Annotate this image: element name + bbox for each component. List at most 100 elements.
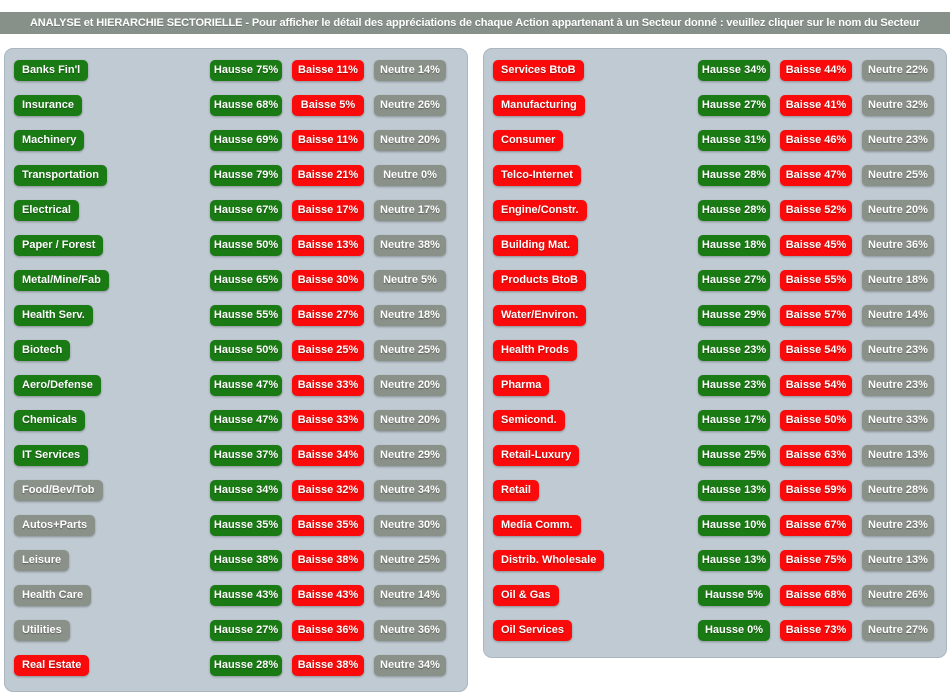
hausse-badge: Hausse 43% [210, 585, 282, 606]
baisse-badge: Baisse 57% [780, 305, 852, 326]
hausse-badge: Hausse 5% [698, 585, 770, 606]
sector-button[interactable]: Machinery [14, 130, 85, 151]
neutre-badge: Neutre 34% [374, 655, 446, 676]
sector-row: Leisure Hausse 38% Baisse 38% Neutre 25% [5, 550, 467, 585]
sector-row: Retail Hausse 13% Baisse 59% Neutre 28% [484, 480, 946, 515]
sector-button[interactable]: Banks Fin'l [14, 60, 89, 81]
neutre-badge: Neutre 13% [862, 445, 934, 466]
sector-button[interactable]: Food/Bev/Tob [14, 480, 103, 501]
sector-row: Consumer Hausse 31% Baisse 46% Neutre 23% [484, 130, 946, 165]
sector-button[interactable]: Insurance [14, 95, 82, 116]
sector-button[interactable]: Water/Environ. [493, 305, 587, 326]
neutre-badge: Neutre 30% [374, 515, 446, 536]
hausse-badge: Hausse 13% [698, 550, 770, 571]
neutre-badge: Neutre 28% [862, 480, 934, 501]
sector-button[interactable]: Aero/Defense [14, 375, 101, 396]
baisse-badge: Baisse 32% [292, 480, 364, 501]
neutre-badge: Neutre 26% [862, 585, 934, 606]
neutre-badge: Neutre 20% [374, 375, 446, 396]
baisse-badge: Baisse 21% [292, 165, 364, 186]
sector-row: Biotech Hausse 50% Baisse 25% Neutre 25% [5, 340, 467, 375]
baisse-badge: Baisse 17% [292, 200, 364, 221]
hausse-badge: Hausse 13% [698, 480, 770, 501]
hausse-badge: Hausse 27% [698, 270, 770, 291]
hausse-badge: Hausse 55% [210, 305, 282, 326]
hausse-badge: Hausse 17% [698, 410, 770, 431]
hausse-badge: Hausse 18% [698, 235, 770, 256]
sector-button[interactable]: Metal/Mine/Fab [14, 270, 109, 291]
sector-row: Aero/Defense Hausse 47% Baisse 33% Neutre 2… [5, 375, 467, 410]
sector-button[interactable]: Health Serv. [14, 305, 93, 326]
sector-row: Paper / Forest Hausse 50% Baisse 13% Neutre… [5, 235, 467, 270]
sector-row: Insurance Hausse 68% Baisse 5% Neutre 26% [5, 95, 467, 130]
baisse-badge: Baisse 52% [780, 200, 852, 221]
sector-button[interactable]: Paper / Forest [14, 235, 104, 256]
sector-button[interactable]: Pharma [493, 375, 550, 396]
sector-button[interactable]: Oil & Gas [493, 585, 559, 606]
sector-list-left: Banks Fin'l Hausse 75% Baisse 11% Neutre 14… [5, 49, 467, 690]
sector-button[interactable]: Media Comm. [493, 515, 581, 536]
sector-button[interactable]: Electrical [14, 200, 79, 221]
sector-row: Health Care Hausse 43% Baisse 43% Neutre 14… [5, 585, 467, 620]
sector-button[interactable]: Manufacturing [493, 95, 585, 116]
hausse-badge: Hausse 65% [210, 270, 282, 291]
sector-button[interactable]: Autos+Parts [14, 515, 96, 536]
sector-button[interactable]: Retail [493, 480, 539, 501]
baisse-badge: Baisse 47% [780, 165, 852, 186]
sector-button[interactable]: Consumer [493, 130, 564, 151]
sector-button[interactable]: Engine/Constr. [493, 200, 587, 221]
baisse-badge: Baisse 11% [292, 130, 364, 151]
baisse-badge: Baisse 35% [292, 515, 364, 536]
neutre-badge: Neutre 23% [862, 375, 934, 396]
sector-button[interactable]: Utilities [14, 620, 70, 641]
hausse-badge: Hausse 27% [210, 620, 282, 641]
sector-row: Food/Bev/Tob Hausse 34% Baisse 32% Neutre 3… [5, 480, 467, 515]
sector-button[interactable]: Building Mat. [493, 235, 579, 256]
neutre-badge: Neutre 20% [374, 130, 446, 151]
baisse-badge: Baisse 54% [780, 340, 852, 361]
sector-button[interactable]: Services BtoB [493, 60, 584, 81]
baisse-badge: Baisse 68% [780, 585, 852, 606]
sector-button[interactable]: Health Prods [493, 340, 577, 361]
neutre-badge: Neutre 23% [862, 515, 934, 536]
sector-button[interactable]: Distrib. Wholesale [493, 550, 605, 571]
baisse-badge: Baisse 43% [292, 585, 364, 606]
sector-button[interactable]: Chemicals [14, 410, 86, 431]
hausse-badge: Hausse 35% [210, 515, 282, 536]
hausse-badge: Hausse 47% [210, 410, 282, 431]
sector-row: Metal/Mine/Fab Hausse 65% Baisse 30% Neutre… [5, 270, 467, 305]
sector-row: Telco-Internet Hausse 28% Baisse 47% Neutre… [484, 165, 946, 200]
sector-button[interactable]: Semicond. [493, 410, 565, 431]
sector-button[interactable]: Retail-Luxury [493, 445, 580, 466]
sector-button[interactable]: IT Services [14, 445, 89, 466]
hausse-badge: Hausse 68% [210, 95, 282, 116]
sector-button[interactable]: Leisure [14, 550, 70, 571]
sector-button[interactable]: Health Care [14, 585, 92, 606]
sector-button[interactable]: Real Estate [14, 655, 90, 676]
neutre-badge: Neutre 25% [374, 340, 446, 361]
hausse-badge: Hausse 67% [210, 200, 282, 221]
sector-button[interactable]: Biotech [14, 340, 71, 361]
baisse-badge: Baisse 41% [780, 95, 852, 116]
sector-button[interactable]: Products BtoB [493, 270, 586, 291]
baisse-badge: Baisse 55% [780, 270, 852, 291]
sector-row: Autos+Parts Hausse 35% Baisse 35% Neutre 30… [5, 515, 467, 550]
sector-row: Pharma Hausse 23% Baisse 54% Neutre 23% [484, 375, 946, 410]
neutre-badge: Neutre 32% [862, 95, 934, 116]
sector-row: Electrical Hausse 67% Baisse 17% Neutre 17% [5, 200, 467, 235]
hausse-badge: Hausse 37% [210, 445, 282, 466]
baisse-badge: Baisse 75% [780, 550, 852, 571]
hausse-badge: Hausse 0% [698, 620, 770, 641]
hausse-badge: Hausse 69% [210, 130, 282, 151]
sector-button[interactable]: Oil Services [493, 620, 572, 641]
baisse-badge: Baisse 34% [292, 445, 364, 466]
sector-row: Machinery Hausse 69% Baisse 11% Neutre 20% [5, 130, 467, 165]
baisse-badge: Baisse 5% [292, 95, 364, 116]
neutre-badge: Neutre 33% [862, 410, 934, 431]
sector-row: Building Mat. Hausse 18% Baisse 45% Neutre … [484, 235, 946, 270]
sector-button[interactable]: Telco-Internet [493, 165, 581, 186]
sector-button[interactable]: Transportation [14, 165, 108, 186]
page-title: ANALYSE et HIERARCHIE SECTORIELLE - Pour… [29, 17, 921, 29]
sector-row: Retail-Luxury Hausse 25% Baisse 63% Neutre … [484, 445, 946, 480]
hausse-badge: Hausse 38% [210, 550, 282, 571]
